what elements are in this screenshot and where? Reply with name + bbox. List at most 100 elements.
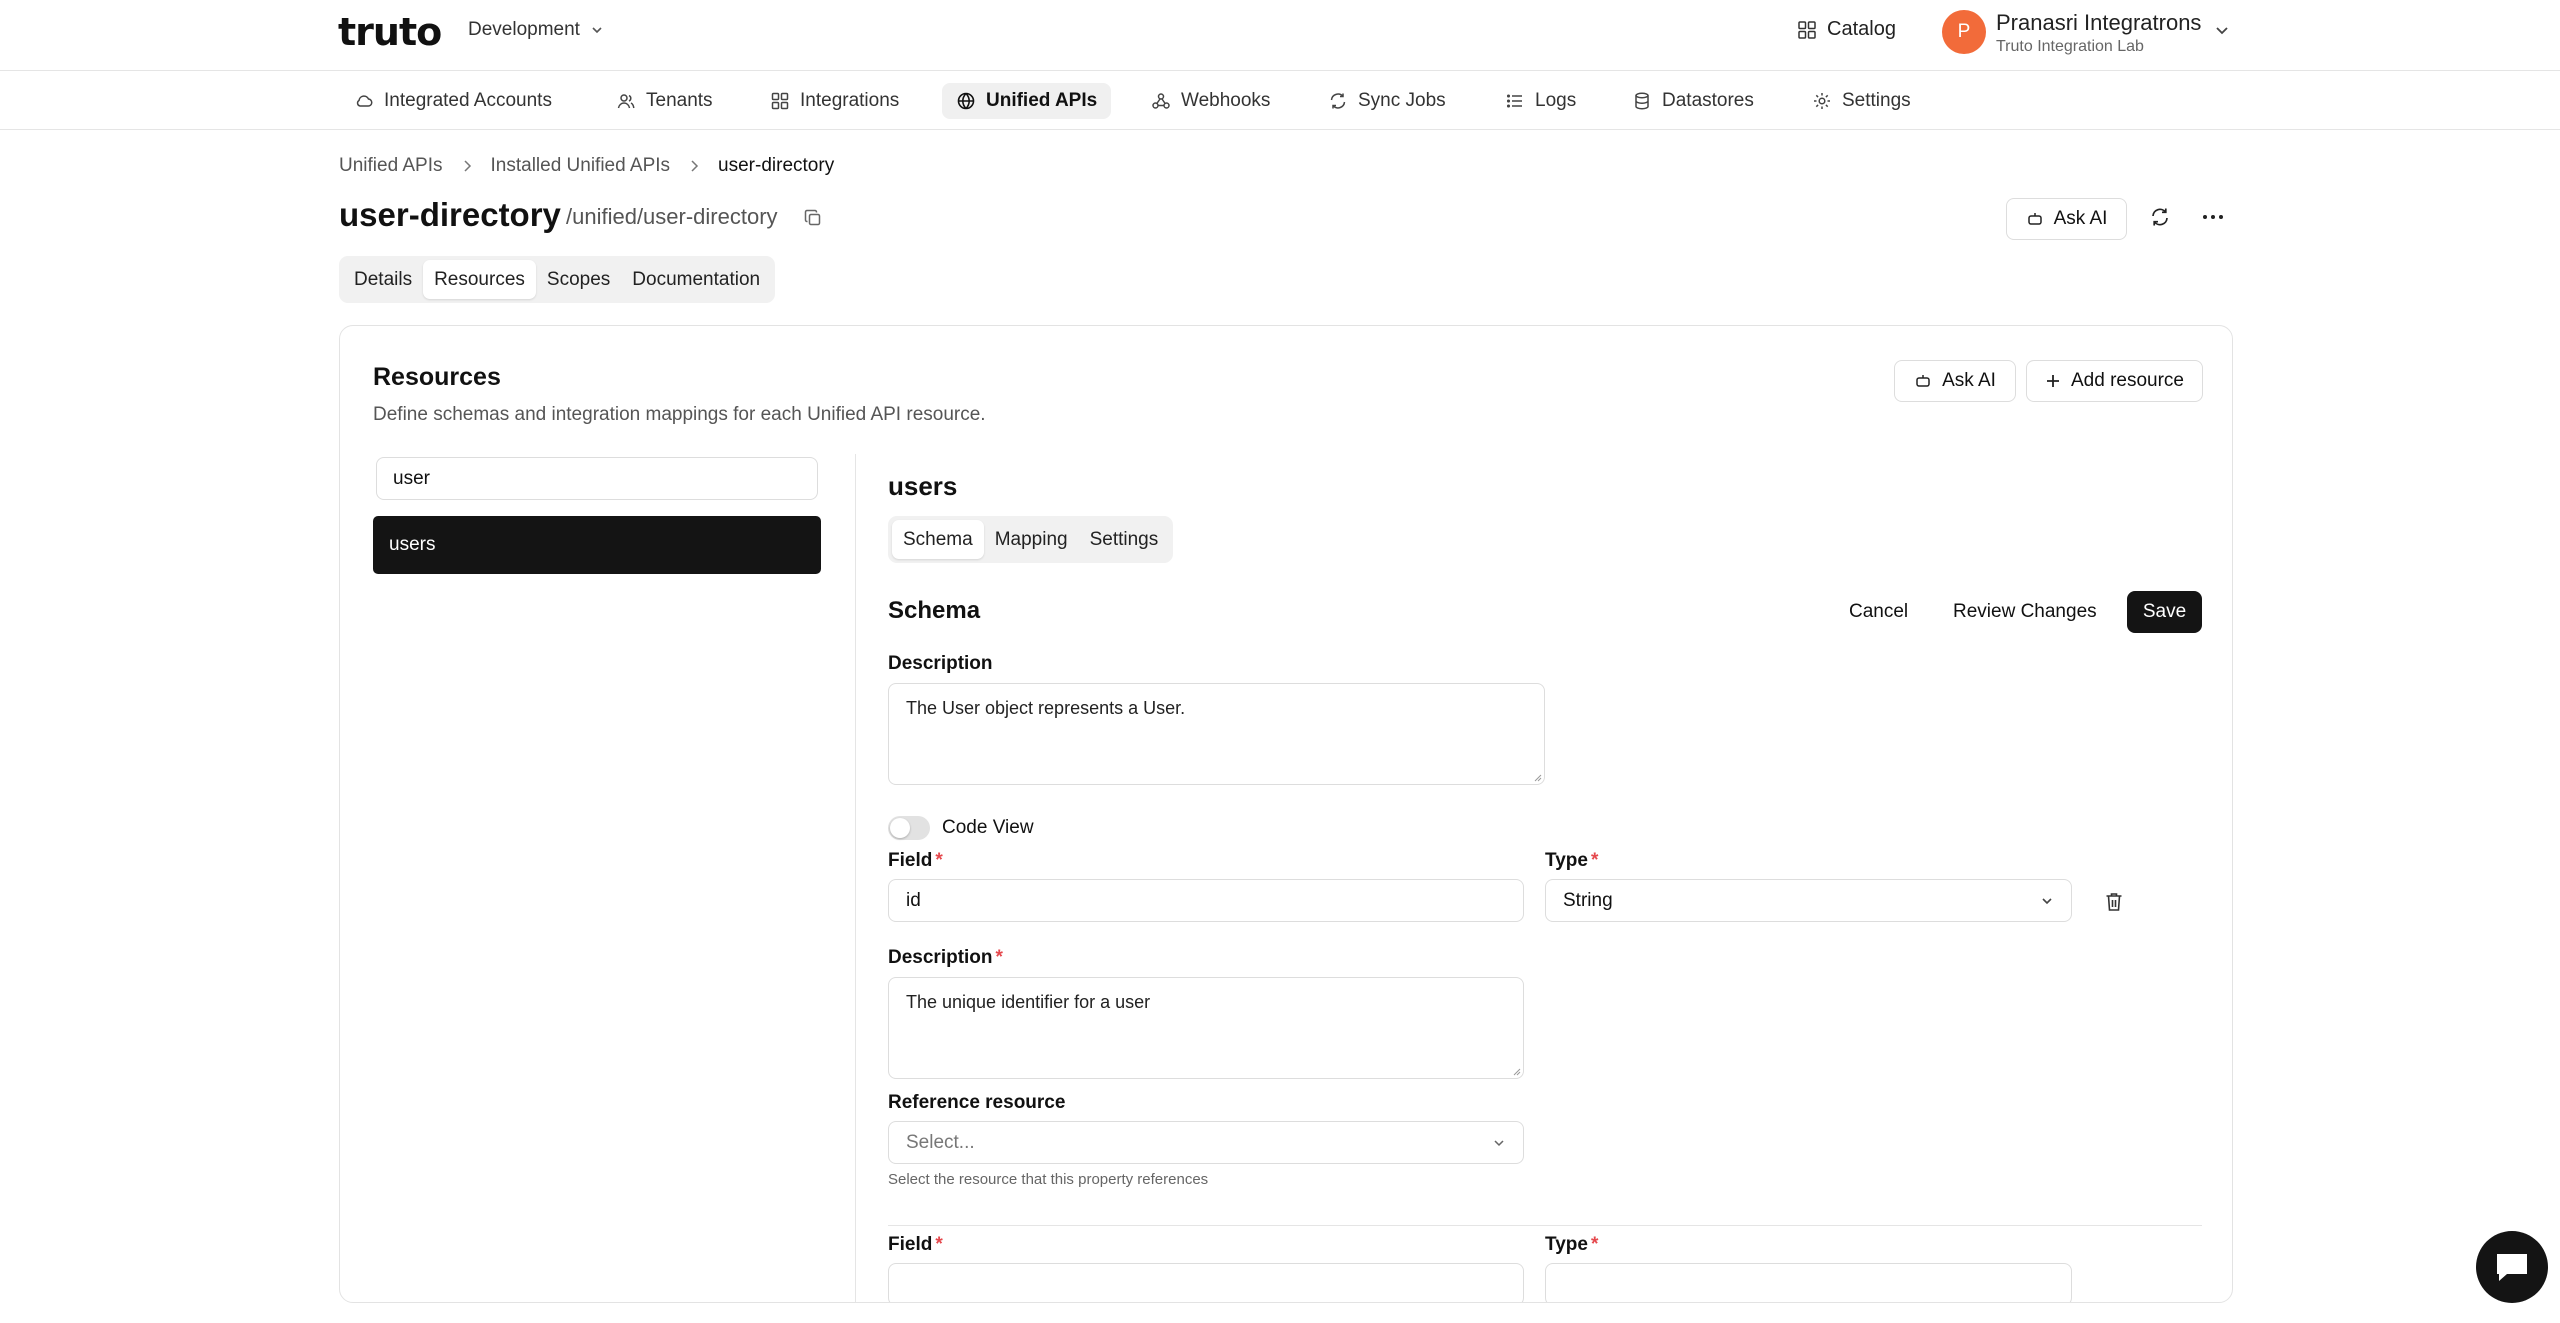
copy-icon[interactable] [803, 208, 823, 228]
nav-item-integrations[interactable]: Integrations [756, 83, 913, 119]
nav-item-datastores[interactable]: Datastores [1618, 83, 1768, 119]
nav-item-label: Unified APIs [986, 90, 1098, 111]
top-header: truto Development Catalog P Pranasri Int… [0, 0, 2560, 71]
add-resource-label: Add resource [2070, 370, 2184, 391]
toggle-knob [890, 818, 910, 838]
more-options-icon[interactable] [2198, 203, 2228, 231]
nav-item-unified-apis[interactable]: Unified APIs [942, 83, 1112, 119]
type-select[interactable] [1545, 1263, 2072, 1302]
grid-icon [1797, 20, 1817, 40]
grid-icon [770, 91, 790, 111]
schema-description-textarea[interactable]: The User object represents a User. [888, 683, 1545, 785]
review-changes-button[interactable]: Review Changes [1953, 601, 2097, 623]
page-title: user-directory [339, 196, 561, 233]
resize-handle-icon[interactable] [1511, 1066, 1521, 1076]
nav-item-label: Integrations [800, 90, 900, 111]
required-marker: * [1590, 850, 1599, 871]
description-label: Description [888, 653, 993, 674]
add-resource-button[interactable]: Add resource [2026, 360, 2203, 402]
reference-resource-help: Select the resource that this property r… [888, 1171, 1209, 1188]
field-description-value: The unique identifier for a user [906, 992, 1151, 1012]
required-marker: * [935, 850, 943, 871]
code-view-label: Code View [942, 817, 1034, 838]
tab-resources[interactable]: Resources [423, 260, 536, 299]
nav-item-integrated-accounts[interactable]: Integrated Accounts [340, 83, 566, 119]
chevron-right-icon [461, 159, 473, 173]
tab-documentation[interactable]: Documentation [621, 260, 771, 299]
refresh-icon[interactable] [2146, 203, 2174, 231]
field-name-input[interactable] [888, 1263, 1524, 1302]
resources-description: Define schemas and integration mappings … [373, 404, 986, 425]
tab-schema[interactable]: Schema [892, 520, 984, 559]
ask-ai-label: Ask AI [1942, 370, 1996, 391]
main-nav: Integrated Accounts Tenants Integrations… [0, 72, 2560, 130]
nav-item-label: Tenants [646, 90, 713, 111]
resize-handle-icon[interactable] [1532, 772, 1542, 782]
field-description-label-text: Description [888, 947, 993, 968]
divider [855, 454, 856, 1302]
database-icon [1632, 91, 1652, 111]
user-name[interactable]: Pranasri Integratrons [1996, 10, 2201, 36]
ask-ai-button[interactable]: Ask AI [1894, 360, 2016, 402]
type-label: Type * [1545, 850, 1598, 872]
chevron-right-icon [688, 159, 700, 173]
type-select[interactable]: String [1545, 879, 2072, 922]
resource-tabs: Schema Mapping Settings [888, 516, 1174, 563]
schema-description-value: The User object represents a User. [906, 698, 1186, 718]
save-button[interactable]: Save [2127, 591, 2202, 633]
schema-title: Schema [888, 597, 981, 624]
environment-label: Development [468, 19, 580, 40]
logo-text: truto [338, 10, 442, 54]
tab-details[interactable]: Details [343, 260, 423, 299]
chevron-down-icon [1492, 1136, 1506, 1150]
nav-item-sync-jobs[interactable]: Sync Jobs [1314, 83, 1460, 119]
nav-item-settings[interactable]: Settings [1798, 83, 1925, 119]
field-name-input[interactable]: id [888, 879, 1524, 922]
ask-ai-button[interactable]: Ask AI [2006, 198, 2127, 240]
cloud-icon [354, 91, 374, 111]
nav-item-webhooks[interactable]: Webhooks [1137, 83, 1284, 119]
sync-icon [1328, 91, 1348, 111]
truto-logo[interactable]: truto [338, 10, 442, 54]
resource-list-item-users[interactable]: users [373, 516, 821, 574]
chat-widget-button[interactable] [2476, 1231, 2548, 1303]
avatar[interactable]: P [1942, 10, 1986, 54]
code-view-toggle[interactable] [888, 816, 930, 840]
resources-card: Resources Define schemas and integration… [339, 325, 2233, 1303]
type-label-text: Type [1545, 850, 1588, 871]
tab-settings[interactable]: Settings [1079, 520, 1170, 559]
field-label-text: Field [888, 1234, 933, 1255]
breadcrumb: Unified APIs Installed Unified APIs user… [339, 155, 834, 177]
globe-icon [956, 91, 976, 111]
field-description-textarea[interactable]: The unique identifier for a user [888, 977, 1524, 1079]
nav-item-logs[interactable]: Logs [1491, 83, 1590, 119]
catalog-button[interactable]: Catalog [1797, 18, 1896, 41]
type-label: Type * [1545, 1234, 1598, 1256]
nav-item-tenants[interactable]: Tenants [602, 83, 727, 119]
nav-item-label: Integrated Accounts [384, 90, 552, 111]
nav-item-label: Logs [1535, 90, 1577, 111]
breadcrumb-link[interactable]: Installed Unified APIs [491, 155, 671, 177]
tab-scopes[interactable]: Scopes [536, 260, 621, 299]
users-icon [616, 91, 636, 111]
field-description-label: Description * [888, 947, 1003, 969]
gear-icon [1812, 91, 1832, 111]
page-tabs: Details Resources Scopes Documentation [339, 256, 776, 303]
breadcrumb-current: user-directory [718, 155, 835, 176]
tab-mapping[interactable]: Mapping [984, 520, 1079, 559]
user-org: Truto Integration Lab [1996, 38, 2144, 55]
breadcrumb-link[interactable]: Unified APIs [339, 155, 443, 177]
bot-icon [1914, 372, 1932, 390]
resource-search-input[interactable]: user [376, 457, 818, 500]
resources-title: Resources [373, 363, 501, 391]
chevron-down-icon [590, 23, 604, 37]
trash-icon[interactable] [2102, 890, 2126, 914]
required-marker: * [935, 1234, 943, 1255]
field-label: Field * [888, 1234, 943, 1256]
chevron-down-icon[interactable] [2214, 22, 2230, 38]
cancel-button[interactable]: Cancel [1849, 601, 1908, 623]
environment-selector[interactable]: Development [468, 19, 604, 41]
resource-name: users [888, 471, 958, 501]
reference-resource-select[interactable]: Select... [888, 1121, 1524, 1164]
nav-item-label: Sync Jobs [1358, 90, 1446, 111]
